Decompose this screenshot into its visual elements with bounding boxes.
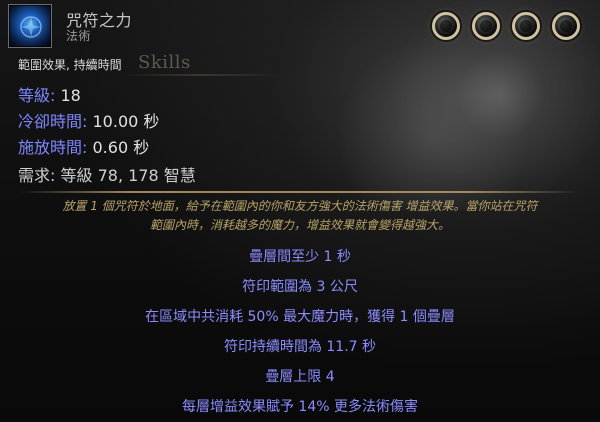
stat-requirements: 需求: 等級 78, 178 智慧 [18, 163, 318, 191]
socket-orb-icon [472, 12, 500, 40]
stat-requirements-label: 需求: [18, 166, 56, 185]
sigil-of-power-icon [8, 4, 52, 48]
skill-description-line-1: 放置 1 個咒符於地面，給予在範圍內的你和友方強大的法術傷害 增益效果。當你站在… [62, 199, 538, 213]
skill-description: 放置 1 個咒符於地面，給予在範圍內的你和友方強大的法術傷害 增益效果。當你站在… [36, 197, 564, 235]
skill-stats: 等級: 18 冷卻時間: 10.00 秒 施放時間: 0.60 秒 需求: 等級… [18, 83, 318, 191]
socket-orb-icon [432, 12, 460, 40]
tooltip-divider [18, 191, 580, 193]
socket-orb-icon [512, 12, 540, 40]
modifier-line: 疊層間至少 1 秒 [249, 249, 351, 265]
stat-cooldown-label: 冷卻時間: [18, 112, 88, 131]
skill-header: 咒符之力 法術 [8, 4, 448, 48]
skill-tags: 範圍效果, 持續時間 [18, 58, 122, 72]
background-skills-divider [120, 74, 280, 76]
stat-cooldown-value: 10.00 秒 [92, 112, 160, 131]
stat-requirements-value: 等級 78, 178 智慧 [60, 166, 196, 185]
modifier-line: 每層增益效果賦予 14% 更多法術傷害 [181, 399, 419, 415]
stat-cast-time-value: 0.60 秒 [92, 138, 150, 157]
stat-cast-time-label: 施放時間: [18, 138, 88, 157]
modifier-line: 符印範圍為 3 公尺 [242, 279, 358, 295]
stat-level: 等級: 18 [18, 83, 318, 109]
modifier-line: 符印持續時間為 11.7 秒 [223, 339, 377, 355]
stat-level-value: 18 [60, 86, 81, 105]
modifier-line: 疊層上限 4 [265, 369, 335, 385]
socket-orbs [432, 12, 580, 42]
background-skills-title: Skills [138, 52, 191, 73]
skill-description-line-2: 範圍內時，消耗越多的魔力，增益效果就會變得越強大。 [149, 218, 450, 232]
stat-level-label: 等級: [18, 86, 56, 105]
skill-type: 法術 [66, 29, 92, 43]
skill-modifiers: 疊層間至少 1 秒 符印範圍為 3 公尺 在區域中共消耗 50% 最大魔力時，獲… [0, 242, 600, 422]
modifier-line: 在區域中共消耗 50% 最大魔力時，獲得 1 個疊層 [145, 309, 455, 325]
stat-cooldown: 冷卻時間: 10.00 秒 [18, 109, 318, 135]
stat-cast-time: 施放時間: 0.60 秒 [18, 135, 318, 161]
socket-orb-icon [552, 12, 580, 40]
